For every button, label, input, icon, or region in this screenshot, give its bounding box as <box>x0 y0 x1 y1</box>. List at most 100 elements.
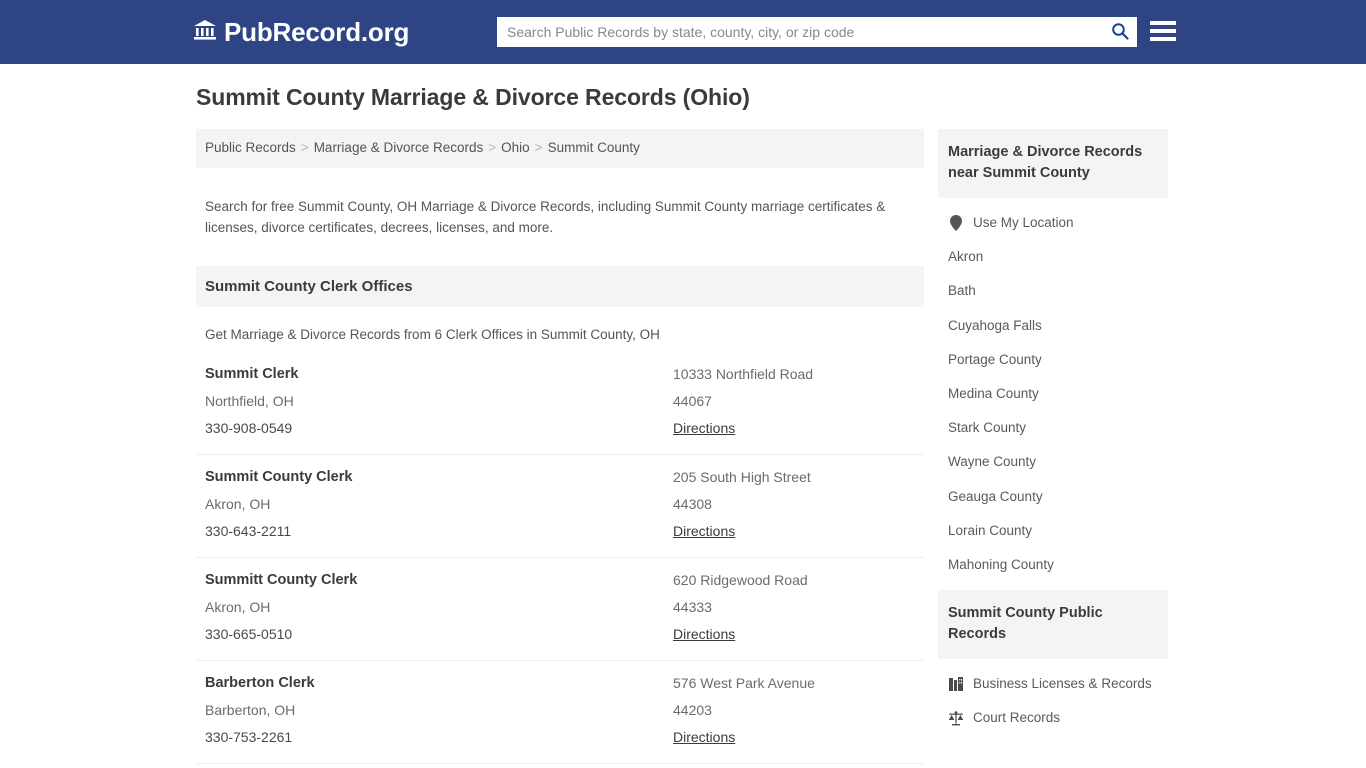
office-left-column: Barberton Clerk Barberton, OH 330-753-22… <box>205 675 673 747</box>
office-street: 576 West Park Avenue <box>673 675 815 692</box>
breadcrumb-separator: > <box>534 140 543 155</box>
business-building-icon <box>948 676 964 692</box>
sidebar-item-label: Geauga County <box>948 488 1043 504</box>
sidebar-item-wayne-county[interactable]: Wayne County <box>938 445 1168 479</box>
section-header-clerk-offices: Summit County Clerk Offices <box>196 266 924 308</box>
sidebar-block-nearby: Marriage & Divorce Records near Summit C… <box>938 129 1168 582</box>
office-street: 205 South High Street <box>673 469 811 486</box>
table-row: Barberton Clerk Barberton, OH 330-753-22… <box>196 661 924 765</box>
breadcrumb-separator: > <box>300 140 309 155</box>
sidebar-item-label: Portage County <box>948 351 1042 367</box>
page-title: Summit County Marriage & Divorce Records… <box>196 84 750 110</box>
breadcrumb-item-summit-county[interactable]: Summit County <box>548 140 640 155</box>
sidebar-item-label: Use My Location <box>973 215 1074 231</box>
office-right-column: 620 Ridgewood Road 44333 Directions <box>673 572 915 644</box>
sidebar-item-mahoning-county[interactable]: Mahoning County <box>938 548 1168 582</box>
scales-of-justice-icon <box>948 710 964 726</box>
bank-building-icon <box>193 19 217 46</box>
office-name: Summit County Clerk <box>205 469 353 486</box>
sidebar-item-geauga-county[interactable]: Geauga County <box>938 480 1168 514</box>
office-right-column: 576 West Park Avenue 44203 Directions <box>673 675 915 747</box>
office-street: 620 Ridgewood Road <box>673 572 808 589</box>
sidebar-item-portage-county[interactable]: Portage County <box>938 343 1168 377</box>
hamburger-bar <box>1150 37 1176 41</box>
page-body: Summit County Marriage & Divorce Records… <box>0 64 1366 768</box>
sidebar-item-label: Wayne County <box>948 454 1037 470</box>
office-left-column: Summit County Clerk Akron, OH 330-643-22… <box>205 469 673 541</box>
main-column: Public Records > Marriage & Divorce Record… <box>196 129 924 768</box>
search-button[interactable] <box>1103 17 1137 47</box>
search-icon <box>1111 22 1129 43</box>
breadcrumb-separator: > <box>488 140 497 155</box>
office-zip: 44203 <box>673 702 712 719</box>
header-search-bar <box>497 17 1137 47</box>
office-left-column: Summit Clerk Northfield, OH 330-908-0549 <box>205 366 673 438</box>
sidebar-item-label: Court Records <box>973 710 1061 726</box>
office-name: Barberton Clerk <box>205 675 315 692</box>
hamburger-menu-icon[interactable] <box>1150 18 1176 44</box>
table-row: Summit County Clerk Akron, OH 330-643-22… <box>196 455 924 559</box>
office-phone: 330-643-2211 <box>205 523 292 540</box>
sidebar-item-label: Akron <box>948 249 984 265</box>
site-logo-link[interactable]: PubRecord.org <box>193 19 409 46</box>
office-left-column: Summitt County Clerk Akron, OH 330-665-0… <box>205 572 673 644</box>
clerk-office-list: Summit Clerk Northfield, OH 330-908-0549… <box>196 352 924 768</box>
sidebar-item-label: Bath <box>948 283 976 299</box>
map-pin-icon <box>948 215 964 232</box>
directions-link[interactable]: Directions <box>673 420 735 436</box>
sidebar-item-label: Mahoning County <box>948 556 1054 572</box>
table-row: Summit Clerk Northfield, OH 330-908-0549… <box>196 352 924 456</box>
breadcrumb: Public Records > Marriage & Divorce Record… <box>196 129 924 168</box>
sidebar-item-court-records[interactable]: Court Records <box>938 701 1168 735</box>
sidebar-block-public-records: Summit County Public Records Business Li… <box>938 590 1168 735</box>
sidebar-heading-public-records: Summit County Public Records <box>938 590 1168 660</box>
office-city: Barberton, OH <box>205 702 296 719</box>
office-name: Summit Clerk <box>205 366 299 383</box>
sidebar-item-business-licenses-records[interactable]: Business Licenses & Records <box>938 667 1168 701</box>
hamburger-bar <box>1150 29 1176 33</box>
office-city: Northfield, OH <box>205 393 294 410</box>
sidebar-item-medina-county[interactable]: Medina County <box>938 377 1168 411</box>
sidebar-item-lorain-county[interactable]: Lorain County <box>938 514 1168 548</box>
office-zip: 44333 <box>673 599 712 616</box>
sidebar: Marriage & Divorce Records near Summit C… <box>938 129 1168 744</box>
office-right-column: 10333 Northfield Road 44067 Directions <box>673 366 915 438</box>
office-right-column: 205 South High Street 44308 Directions <box>673 469 915 541</box>
page-intro-text: Search for free Summit County, OH Marria… <box>205 199 886 235</box>
directions-link[interactable]: Directions <box>673 729 735 745</box>
sidebar-item-label: Business Licenses & Records <box>973 676 1152 692</box>
office-city: Akron, OH <box>205 599 271 616</box>
sidebar-item-stark-county[interactable]: Stark County <box>938 411 1168 445</box>
sidebar-nearby-list: Use My Location Akron Bath Cuyahoga Fall… <box>938 198 1168 582</box>
sidebar-public-records-list: Business Licenses & Records Court Record… <box>938 659 1168 735</box>
breadcrumb-item-ohio[interactable]: Ohio <box>501 140 530 155</box>
content-wrapper: Public Records > Marriage & Divorce Record… <box>0 129 1366 768</box>
office-city: Akron, OH <box>205 496 271 513</box>
office-phone: 330-753-2261 <box>205 729 293 746</box>
search-input[interactable] <box>497 17 1103 47</box>
sidebar-item-bath[interactable]: Bath <box>938 274 1168 308</box>
sidebar-item-akron[interactable]: Akron <box>938 240 1168 274</box>
sidebar-item-label: Lorain County <box>948 522 1033 538</box>
sidebar-heading-nearby: Marriage & Divorce Records near Summit C… <box>938 129 1168 199</box>
sidebar-item-label: Cuyahoga Falls <box>948 317 1042 333</box>
office-name: Summitt County Clerk <box>205 572 358 589</box>
office-phone: 330-665-0510 <box>205 626 293 643</box>
brand-text: PubRecord.org <box>224 17 410 47</box>
office-street: 10333 Northfield Road <box>673 366 814 383</box>
section-subtitle: Get Marriage & Divorce Records from 6 Cl… <box>205 327 660 343</box>
sidebar-item-label: Medina County <box>948 385 1039 401</box>
breadcrumb-item-public-records[interactable]: Public Records <box>205 140 296 155</box>
site-header: PubRecord.org <box>0 0 1366 64</box>
directions-link[interactable]: Directions <box>673 626 735 642</box>
sidebar-item-cuyahoga-falls[interactable]: Cuyahoga Falls <box>938 309 1168 343</box>
sidebar-item-use-my-location[interactable]: Use My Location <box>938 206 1168 240</box>
directions-link[interactable]: Directions <box>673 523 735 539</box>
office-phone: 330-908-0549 <box>205 420 293 437</box>
table-row: Summitt County Clerk Akron, OH 330-665-0… <box>196 558 924 662</box>
office-zip: 44067 <box>673 393 712 410</box>
hamburger-bar <box>1150 21 1176 25</box>
office-zip: 44308 <box>673 496 712 513</box>
sidebar-item-label: Stark County <box>948 420 1027 436</box>
breadcrumb-item-marriage-divorce-records[interactable]: Marriage & Divorce Records <box>314 140 484 155</box>
